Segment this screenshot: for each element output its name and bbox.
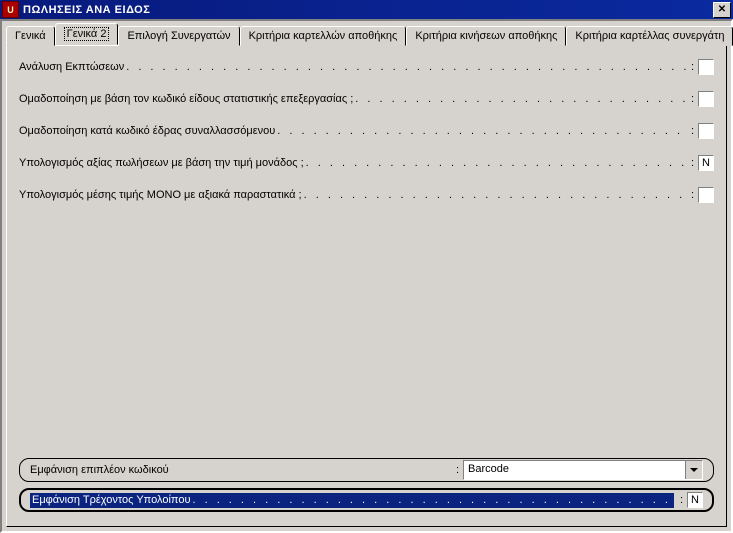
close-button[interactable]: ✕	[713, 2, 731, 18]
group-running-balance: Εμφάνιση Τρέχοντος Υπολοίπου . . . . . .…	[19, 488, 714, 512]
row-omadopoiisi-kodiko-edras: Ομαδοποίηση κατά κωδικό έδρας συναλλασσό…	[19, 122, 714, 140]
colon: :	[689, 93, 698, 105]
input-omadopoiisi-kodikou-eidous[interactable]	[698, 91, 714, 107]
label-omadopoiisi-kodiko-edras: Ομαδοποίηση κατά κωδικό έδρας συναλλασσό…	[19, 125, 275, 137]
group-extra-code: Εμφάνιση επιπλέον κωδικού : Barcode	[19, 458, 714, 482]
pill-extra-code: Εμφάνιση επιπλέον κωδικού : Barcode	[19, 458, 714, 482]
colon: :	[689, 61, 698, 73]
row-ypologismos-mesis-timis: Υπολογισμός μέσης τιμής ΜΟΝΟ με αξιακά π…	[19, 186, 714, 204]
tab-kritiria-kiniseon-apothikis[interactable]: Κριτήρια κινήσεων αποθήκης	[406, 26, 566, 46]
label-running-balance: Εμφάνιση Τρέχοντος Υπολοίπου	[32, 494, 192, 506]
colon: :	[689, 125, 698, 137]
tab-genika-2[interactable]: Γενικά 2	[55, 23, 119, 45]
leader-dots: . . . . . . . . . . . . . . . . . . . . …	[302, 189, 689, 201]
label-extra-code: Εμφάνιση επιπλέον κωδικού	[30, 464, 169, 476]
input-analysi-ekptoseon[interactable]	[698, 59, 714, 75]
title-bar: U ΠΩΛΗΣΕΙΣ ΑΝΑ ΕΙΔΟΣ ✕	[0, 0, 733, 19]
label-analysi-ekptoseon: Ανάλυση Εκπτώσεων	[19, 61, 124, 73]
tab-kritiria-kartellon-apothikis[interactable]: Κριτήρια καρτελλών αποθήκης	[240, 26, 407, 46]
tab-kritiria-kartellas-synergati[interactable]: Κριτήρια καρτέλλας συνεργάτη	[566, 26, 733, 46]
tab-genika[interactable]: Γενικά	[6, 26, 55, 46]
row-omadopoiisi-kodikou-eidous: Ομαδοποίηση με βάση τον κωδικό είδους στ…	[19, 90, 714, 108]
leader-dots: . . . . . . . . . . . . . . . . . . . . …	[275, 125, 689, 137]
app-icon: U	[2, 1, 19, 18]
leader-dots: . . . . . . . . . . . . . . . . . . . . …	[353, 93, 689, 105]
input-omadopoiisi-kodiko-edras[interactable]	[698, 123, 714, 139]
input-ypologismos-mesis-timis[interactable]	[698, 187, 714, 203]
combo-extra-code-button[interactable]	[685, 461, 702, 479]
leader-dots: . . . . . . . . . . . . . . . . . . . . …	[304, 157, 689, 169]
pill-running-balance[interactable]: Εμφάνιση Τρέχοντος Υπολοίπου . . . . . .…	[19, 488, 714, 512]
tab-epilogi-synergaton[interactable]: Επιλογή Συνεργατών	[118, 26, 239, 46]
tab-page-genika-2: Ανάλυση Εκπτώσεων . . . . . . . . . . . …	[6, 45, 727, 527]
label-omadopoiisi-kodikou-eidous: Ομαδοποίηση με βάση τον κωδικό είδους στ…	[19, 93, 353, 105]
label-ypologismos-mesis-timis: Υπολογισμός μέσης τιμής ΜΟΝΟ με αξιακά π…	[19, 189, 302, 201]
combo-extra-code-value: Barcode	[464, 461, 685, 479]
input-ypologismos-axias-poliseon[interactable]	[698, 155, 714, 171]
row-ypologismos-axias-poliseon: Υπολογισμός αξίας πωλήσεων με βάση την τ…	[19, 154, 714, 172]
tab-strip: Γενικά Γενικά 2 Επιλογή Συνεργατών Κριτή…	[6, 25, 727, 45]
input-running-balance[interactable]	[687, 492, 703, 508]
colon: :	[454, 464, 463, 476]
client-area: Γενικά Γενικά 2 Επιλογή Συνεργατών Κριτή…	[0, 19, 733, 533]
leader-dots: . . . . . . . . . . . . . . . . . . . . …	[124, 61, 689, 73]
leader-dots: . . . . . . . . . . . . . . . . . . . . …	[192, 494, 673, 506]
window-title: ΠΩΛΗΣΕΙΣ ΑΝΑ ΕΙΔΟΣ	[23, 4, 711, 16]
combo-extra-code[interactable]: Barcode	[463, 460, 703, 480]
label-ypologismos-axias-poliseon: Υπολογισμός αξίας πωλήσεων με βάση την τ…	[19, 157, 304, 169]
colon: :	[689, 189, 698, 201]
colon: :	[678, 494, 687, 506]
highlight-running-balance: Εμφάνιση Τρέχοντος Υπολοίπου . . . . . .…	[30, 493, 674, 508]
chevron-down-icon	[690, 468, 698, 472]
colon: :	[689, 157, 698, 169]
row-analysi-ekptoseon: Ανάλυση Εκπτώσεων . . . . . . . . . . . …	[19, 58, 714, 76]
